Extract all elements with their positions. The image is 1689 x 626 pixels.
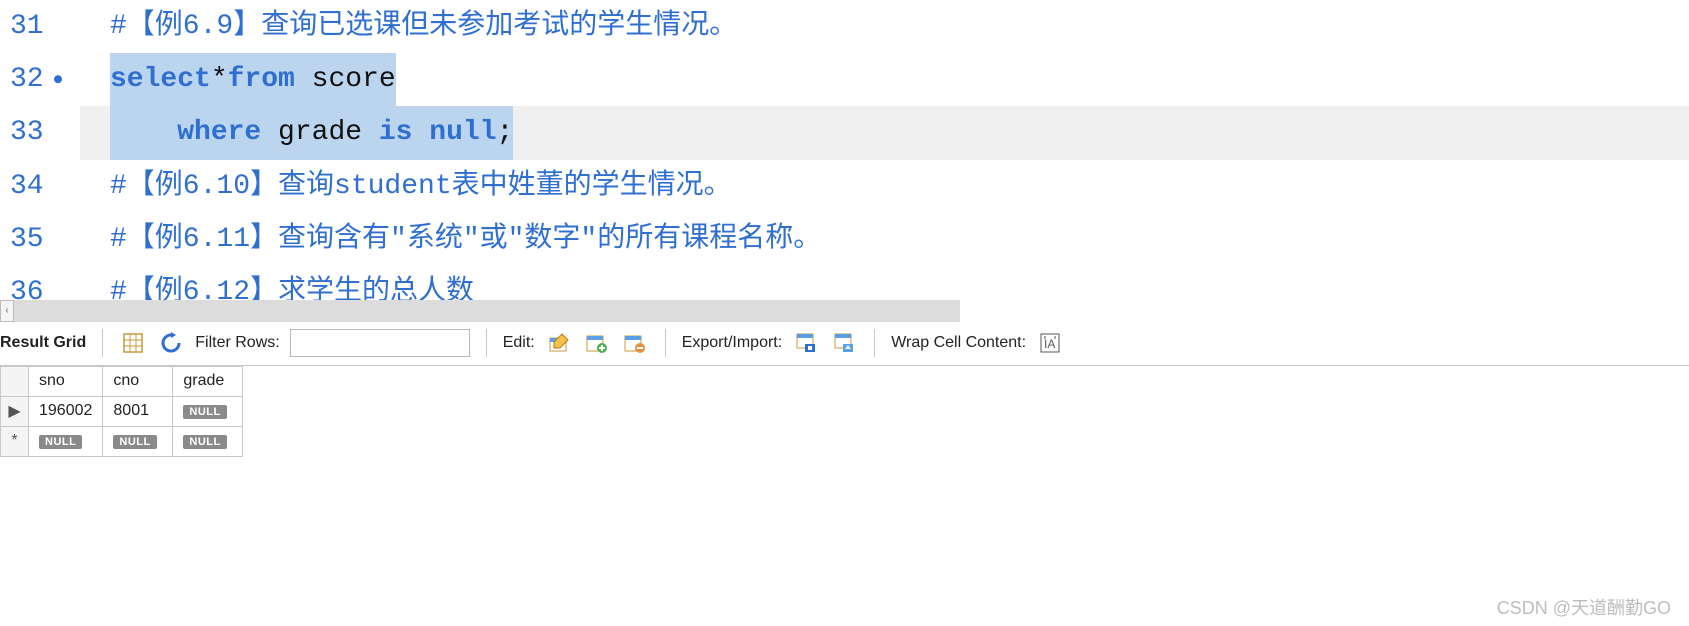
line-number: 33 xyxy=(0,106,80,159)
filter-rows-input[interactable] xyxy=(290,329,470,357)
column-header[interactable]: cno xyxy=(103,366,173,396)
row-marker[interactable]: * xyxy=(1,426,29,456)
null-badge: NULL xyxy=(183,435,226,449)
import-icon[interactable] xyxy=(830,329,858,357)
grid-cell[interactable]: NULL xyxy=(173,426,243,456)
code-line[interactable]: 32select*from score xyxy=(0,53,1689,106)
result-grid-table[interactable]: snocnograde▶1960028001NULL*NULLNULLNULL xyxy=(0,366,243,457)
svg-text:IA: IA xyxy=(1044,337,1055,351)
add-row-icon[interactable] xyxy=(583,329,611,357)
code-content[interactable]: where grade is null; xyxy=(80,106,1689,159)
column-header[interactable]: grade xyxy=(173,366,243,396)
line-number: 32 xyxy=(0,53,80,106)
scroll-left-cap: ‹ xyxy=(0,300,14,322)
table-row[interactable]: * NULL NULL NULL xyxy=(1,426,243,456)
code-line[interactable]: 36#【例6.12】求学生的总人数 xyxy=(0,266,1689,300)
code-content[interactable]: #【例6.10】查询student表中姓董的学生情况。 xyxy=(80,160,1689,213)
delete-row-icon[interactable] xyxy=(621,329,649,357)
line-number: 34 xyxy=(0,160,80,213)
export-import-label: Export/Import: xyxy=(682,334,782,352)
code-line[interactable]: 33 where grade is null; xyxy=(0,106,1689,159)
line-number: 35 xyxy=(0,213,80,266)
null-badge: NULL xyxy=(183,405,226,419)
toolbar-separator xyxy=(665,329,666,357)
null-badge: NULL xyxy=(113,435,156,449)
table-row[interactable]: ▶1960028001 NULL xyxy=(1,396,243,426)
result-grid-label: Result Grid xyxy=(0,334,86,352)
wrap-cell-label: Wrap Cell Content: xyxy=(891,334,1026,352)
null-badge: NULL xyxy=(39,435,82,449)
grid-header-row: snocnograde xyxy=(1,366,243,396)
toolbar-separator xyxy=(874,329,875,357)
sql-editor[interactable]: 31#【例6.9】查询已选课但未参加考试的学生情况。32select*from … xyxy=(0,0,1689,300)
export-icon[interactable] xyxy=(792,329,820,357)
code-line[interactable]: 34#【例6.10】查询student表中姓董的学生情况。 xyxy=(0,160,1689,213)
statement-marker-icon xyxy=(54,75,62,83)
toolbar-separator xyxy=(486,329,487,357)
line-number: 36 xyxy=(0,266,80,300)
wrap-cell-icon[interactable]: IA xyxy=(1036,329,1064,357)
row-marker[interactable]: ▶ xyxy=(1,396,29,426)
editor-horizontal-scrollbar[interactable]: ‹ xyxy=(0,300,960,322)
result-grid-icon[interactable] xyxy=(119,329,147,357)
code-content[interactable]: #【例6.9】查询已选课但未参加考试的学生情况。 xyxy=(80,0,1689,53)
edit-row-icon[interactable] xyxy=(545,329,573,357)
edit-label: Edit: xyxy=(503,334,535,352)
code-content[interactable]: select*from score xyxy=(80,53,1689,106)
grid-cell[interactable]: 196002 xyxy=(29,396,103,426)
watermark-text: CSDN @天道酬勤GO xyxy=(1497,594,1671,620)
grid-cell[interactable]: NULL xyxy=(29,426,103,456)
code-line[interactable]: 31#【例6.9】查询已选课但未参加考试的学生情况。 xyxy=(0,0,1689,53)
grid-cell[interactable]: 8001 xyxy=(103,396,173,426)
grid-cell[interactable]: NULL xyxy=(103,426,173,456)
refresh-icon[interactable] xyxy=(157,329,185,357)
grid-corner xyxy=(1,366,29,396)
grid-cell[interactable]: NULL xyxy=(173,396,243,426)
toolbar-separator xyxy=(102,329,103,357)
code-content[interactable]: #【例6.11】查询含有"系统"或"数字"的所有课程名称。 xyxy=(80,213,1689,266)
code-line[interactable]: 35#【例6.11】查询含有"系统"或"数字"的所有课程名称。 xyxy=(0,213,1689,266)
code-content[interactable]: #【例6.12】求学生的总人数 xyxy=(80,266,1689,300)
line-number: 31 xyxy=(0,0,80,53)
column-header[interactable]: sno xyxy=(29,366,103,396)
results-toolbar: Result Grid Filter Rows: Edit: Export/Im… xyxy=(0,322,1689,366)
filter-rows-label: Filter Rows: xyxy=(195,334,279,352)
